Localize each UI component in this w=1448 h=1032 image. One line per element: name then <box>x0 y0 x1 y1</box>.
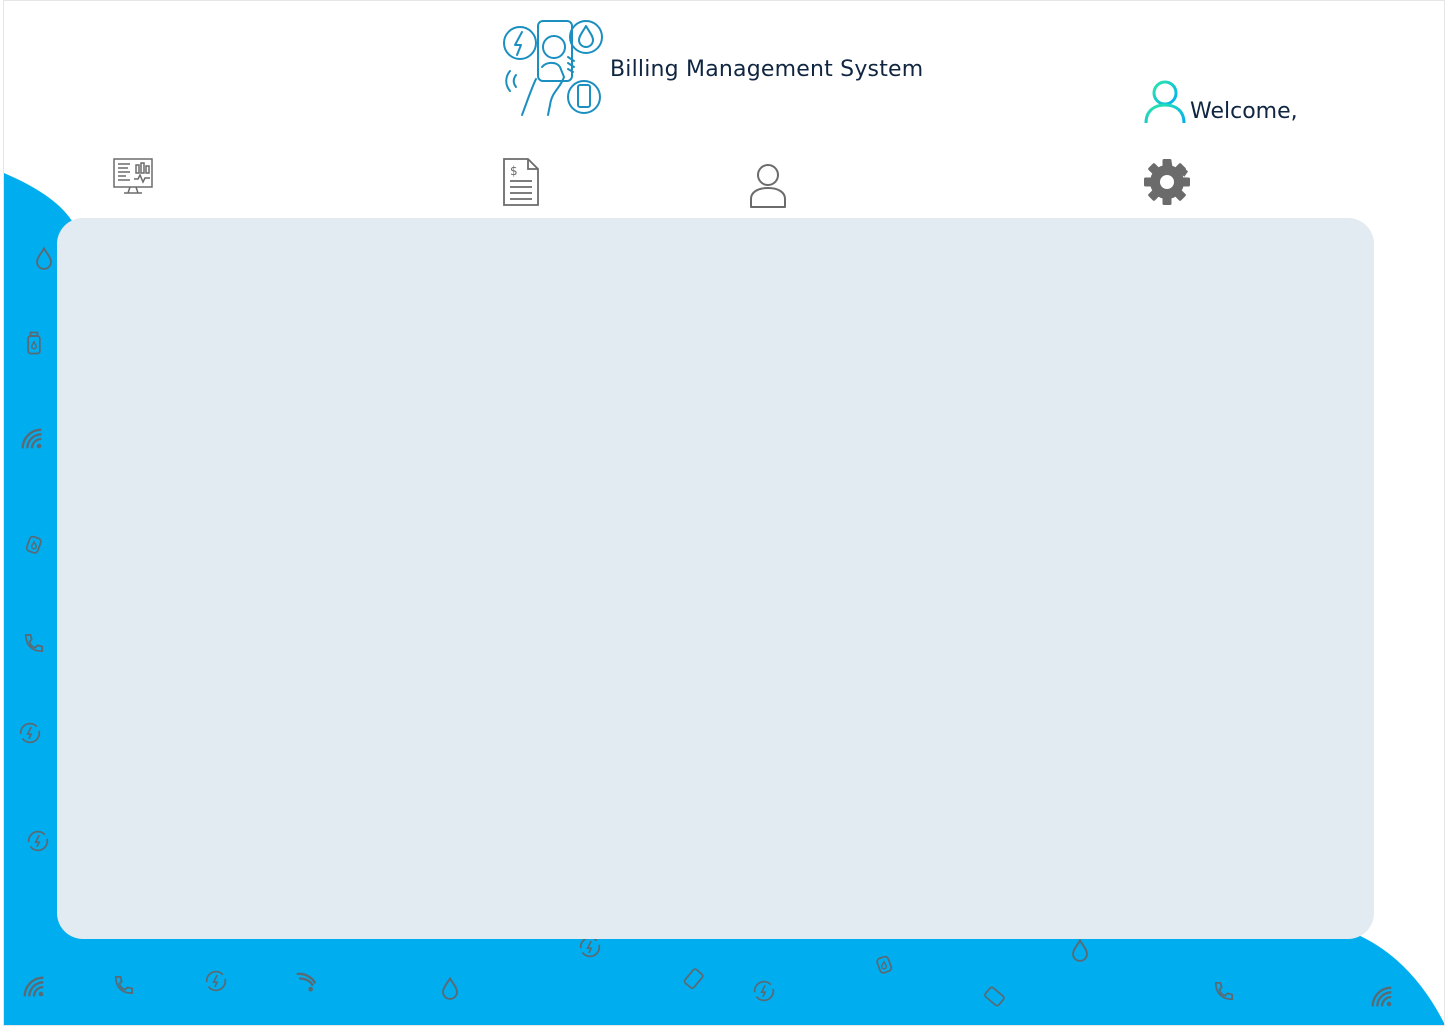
water-drop-icon <box>30 245 58 273</box>
energy-cycle-icon <box>750 977 778 1005</box>
svg-text:$: $ <box>510 164 518 178</box>
welcome-text: Welcome, <box>1190 99 1298 124</box>
wifi-signal-icon <box>18 425 46 453</box>
energy-cycle-icon <box>16 719 44 747</box>
energy-cycle-icon <box>24 827 52 855</box>
bottle-icon <box>680 963 708 991</box>
wifi-signal-icon <box>20 973 48 1001</box>
wifi-signal-icon <box>292 967 320 995</box>
invoice-document-icon[interactable]: $ <box>500 157 542 207</box>
main-content-panel <box>57 218 1374 939</box>
wifi-signal-icon <box>1368 983 1396 1011</box>
phone-icon <box>110 971 138 999</box>
utility-billing-phone-icon <box>503 20 603 116</box>
water-drop-icon <box>1066 937 1094 965</box>
phone-icon <box>20 629 48 657</box>
energy-cycle-icon <box>202 967 230 995</box>
monitor-dashboard-icon[interactable] <box>112 157 154 199</box>
gas-bottle-icon <box>870 949 898 977</box>
page-title: Billing Management System <box>610 57 924 82</box>
water-drop-icon <box>436 975 464 1003</box>
bottle-icon <box>980 981 1008 1009</box>
user-avatar-icon <box>1144 80 1186 124</box>
bottle-icon <box>20 329 48 357</box>
user-profile-icon[interactable] <box>748 163 788 209</box>
app-window: Billing Management System Welcome, $ <box>3 0 1445 1026</box>
gear-icon[interactable] <box>1144 157 1190 207</box>
phone-icon <box>1210 977 1238 1005</box>
gas-bottle-icon <box>20 529 48 557</box>
